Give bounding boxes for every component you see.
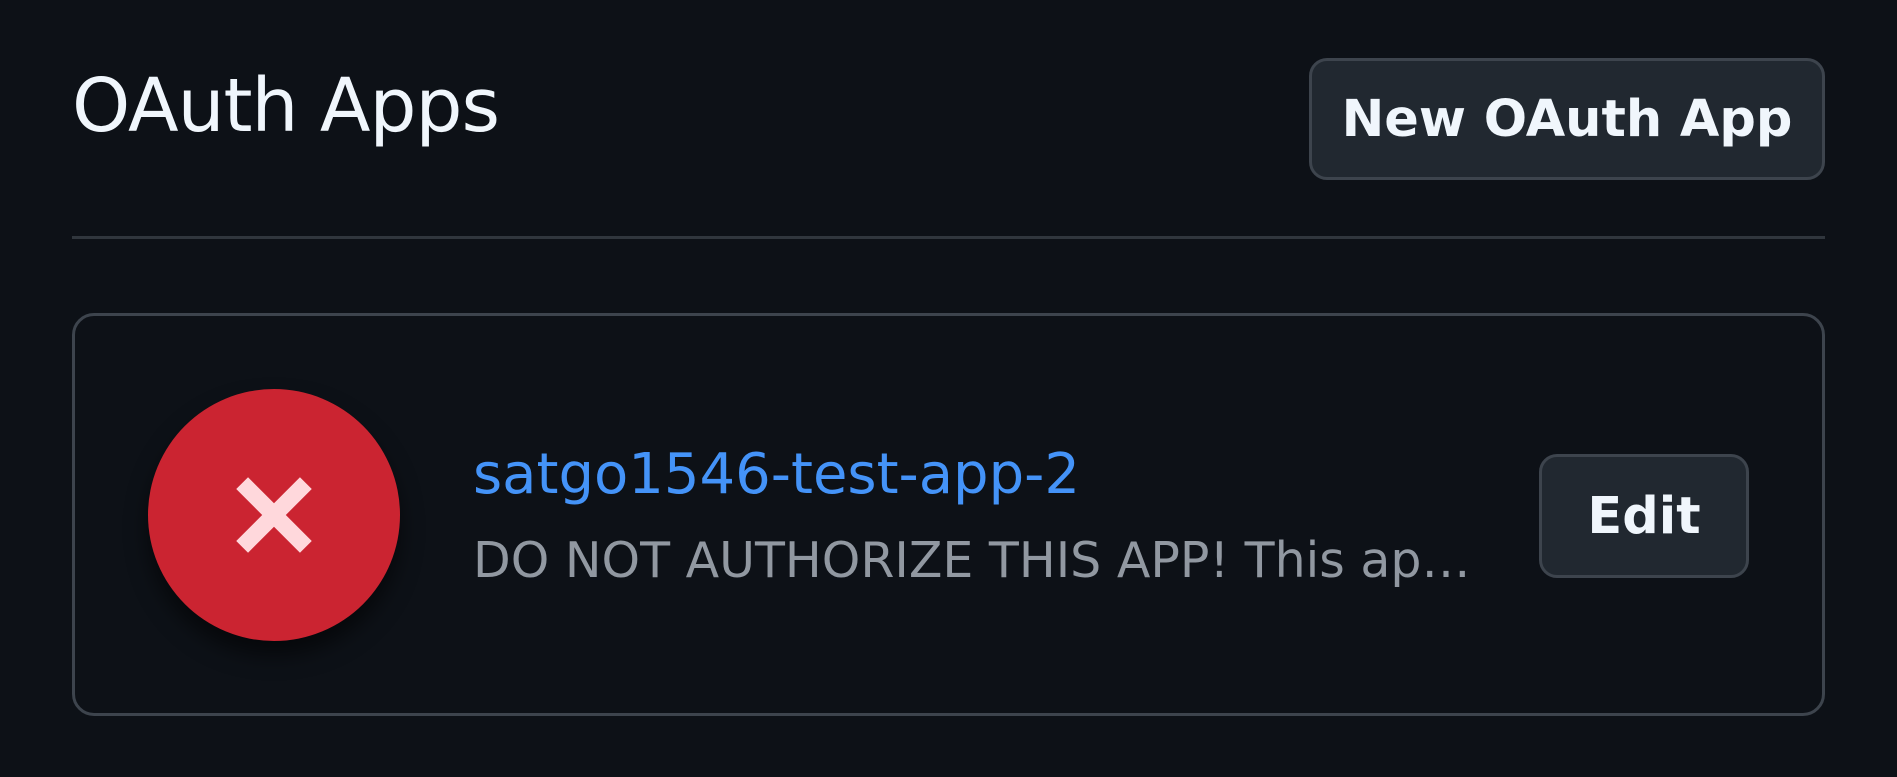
oauth-app-list-item: satgo1546-test-app-2 DO NOT AUTHORIZE TH… bbox=[72, 313, 1825, 716]
app-info: satgo1546-test-app-2 DO NOT AUTHORIZE TH… bbox=[473, 442, 1488, 592]
app-name-link[interactable]: satgo1546-test-app-2 bbox=[473, 442, 1488, 508]
oauth-apps-page: OAuth Apps New OAuth App satgo1546-test-… bbox=[0, 0, 1897, 777]
close-icon bbox=[236, 477, 312, 553]
page-title: OAuth Apps bbox=[72, 63, 500, 149]
app-description: DO NOT AUTHORIZE THIS APP! This app ... bbox=[473, 532, 1488, 589]
header-divider bbox=[72, 236, 1825, 239]
edit-app-button[interactable]: Edit bbox=[1539, 454, 1749, 578]
page-header: OAuth Apps New OAuth App bbox=[72, 58, 1825, 182]
app-avatar bbox=[148, 389, 400, 641]
new-oauth-app-button[interactable]: New OAuth App bbox=[1309, 58, 1825, 180]
